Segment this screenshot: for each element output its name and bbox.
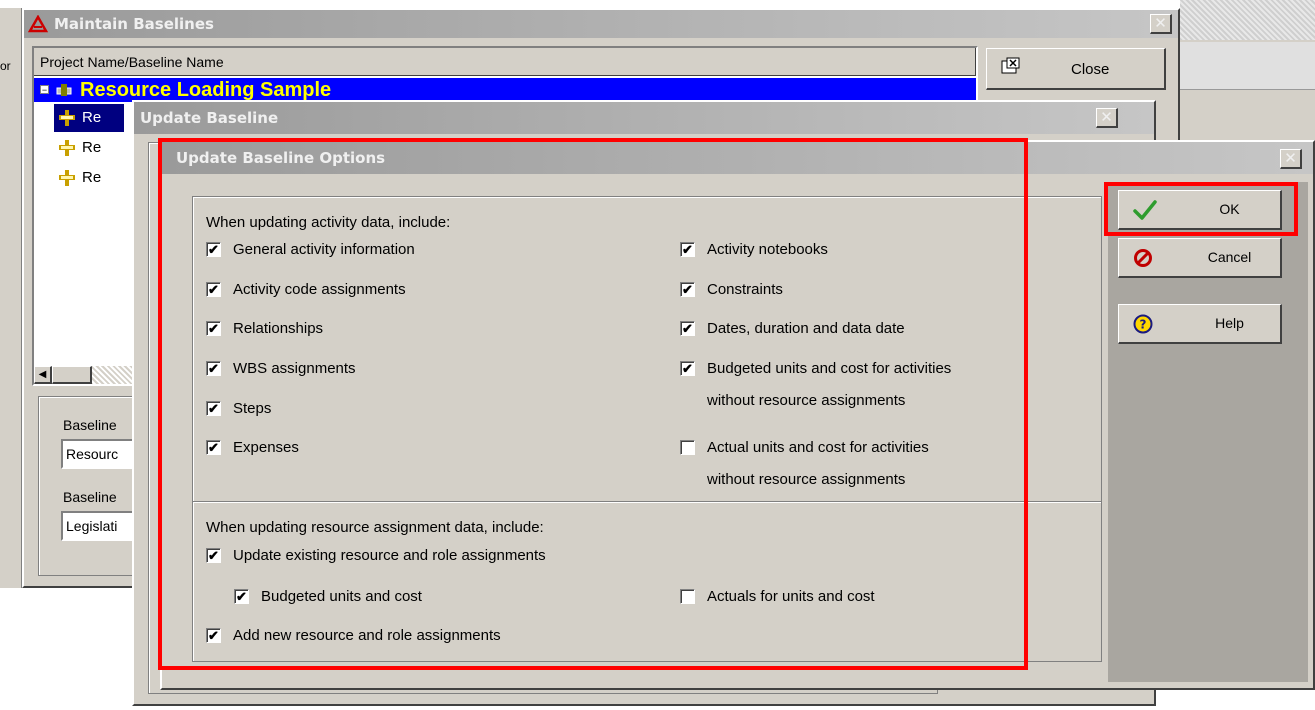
baseline-icon	[58, 169, 76, 187]
update-baseline-titlebar: Update Baseline ✕	[134, 102, 1154, 134]
close-button[interactable]: Close	[986, 48, 1166, 90]
baseline-row[interactable]: Re	[54, 134, 124, 162]
help-icon: ?	[1133, 314, 1153, 334]
column-header-label: Project Name/Baseline Name	[40, 54, 224, 70]
baseline-row-label: Re	[82, 109, 102, 126]
options-highlight-box	[158, 138, 1028, 670]
scroll-thumb[interactable]	[52, 366, 92, 384]
cancel-button[interactable]: Cancel	[1118, 238, 1282, 278]
background-pattern	[1180, 0, 1315, 40]
app-logo-icon	[27, 14, 49, 33]
column-header-project-name[interactable]: Project Name/Baseline Name	[34, 48, 976, 76]
baseline-label-2: Baseline	[63, 489, 117, 505]
svg-text:?: ?	[1140, 318, 1147, 332]
help-button[interactable]: ? Help	[1118, 304, 1282, 344]
baseline-name-value: Resourc	[66, 446, 119, 462]
collapse-icon[interactable]: −	[40, 85, 49, 95]
baseline-row-label: Re	[82, 169, 102, 186]
baseline-type-value: Legislati	[66, 518, 118, 534]
cancel-icon	[1133, 248, 1153, 268]
cancel-button-label: Cancel	[1207, 249, 1252, 265]
baseline-icon	[58, 139, 76, 157]
maintain-baselines-titlebar: Maintain Baselines ✕	[24, 10, 1178, 38]
left-edge-strip	[0, 8, 22, 588]
maintain-close-x-button[interactable]: ✕	[1150, 14, 1172, 34]
options-close-x-button[interactable]: ✕	[1280, 149, 1302, 169]
baseline-row[interactable]: Re	[54, 104, 124, 132]
maintain-baselines-title: Maintain Baselines	[54, 15, 214, 33]
project-row[interactable]: − Resource Loading Sample	[34, 78, 976, 102]
baseline-row[interactable]: Re	[54, 164, 124, 192]
left-edge-text: or	[0, 59, 11, 73]
update-baseline-close-x-button[interactable]: ✕	[1096, 108, 1118, 128]
project-icon	[56, 82, 72, 98]
background-grid-panel	[1168, 42, 1315, 90]
baseline-icon	[58, 109, 76, 127]
ok-highlight-box	[1104, 182, 1298, 236]
help-button-label: Help	[1215, 315, 1244, 331]
close-button-label: Close	[1071, 61, 1110, 78]
scroll-left-button[interactable]: ◀	[34, 366, 52, 384]
project-name: Resource Loading Sample	[80, 79, 332, 101]
baseline-row-label: Re	[82, 139, 102, 156]
baseline-label-1: Baseline	[63, 417, 117, 433]
update-baseline-title: Update Baseline	[140, 109, 279, 127]
close-window-icon	[1001, 57, 1021, 75]
